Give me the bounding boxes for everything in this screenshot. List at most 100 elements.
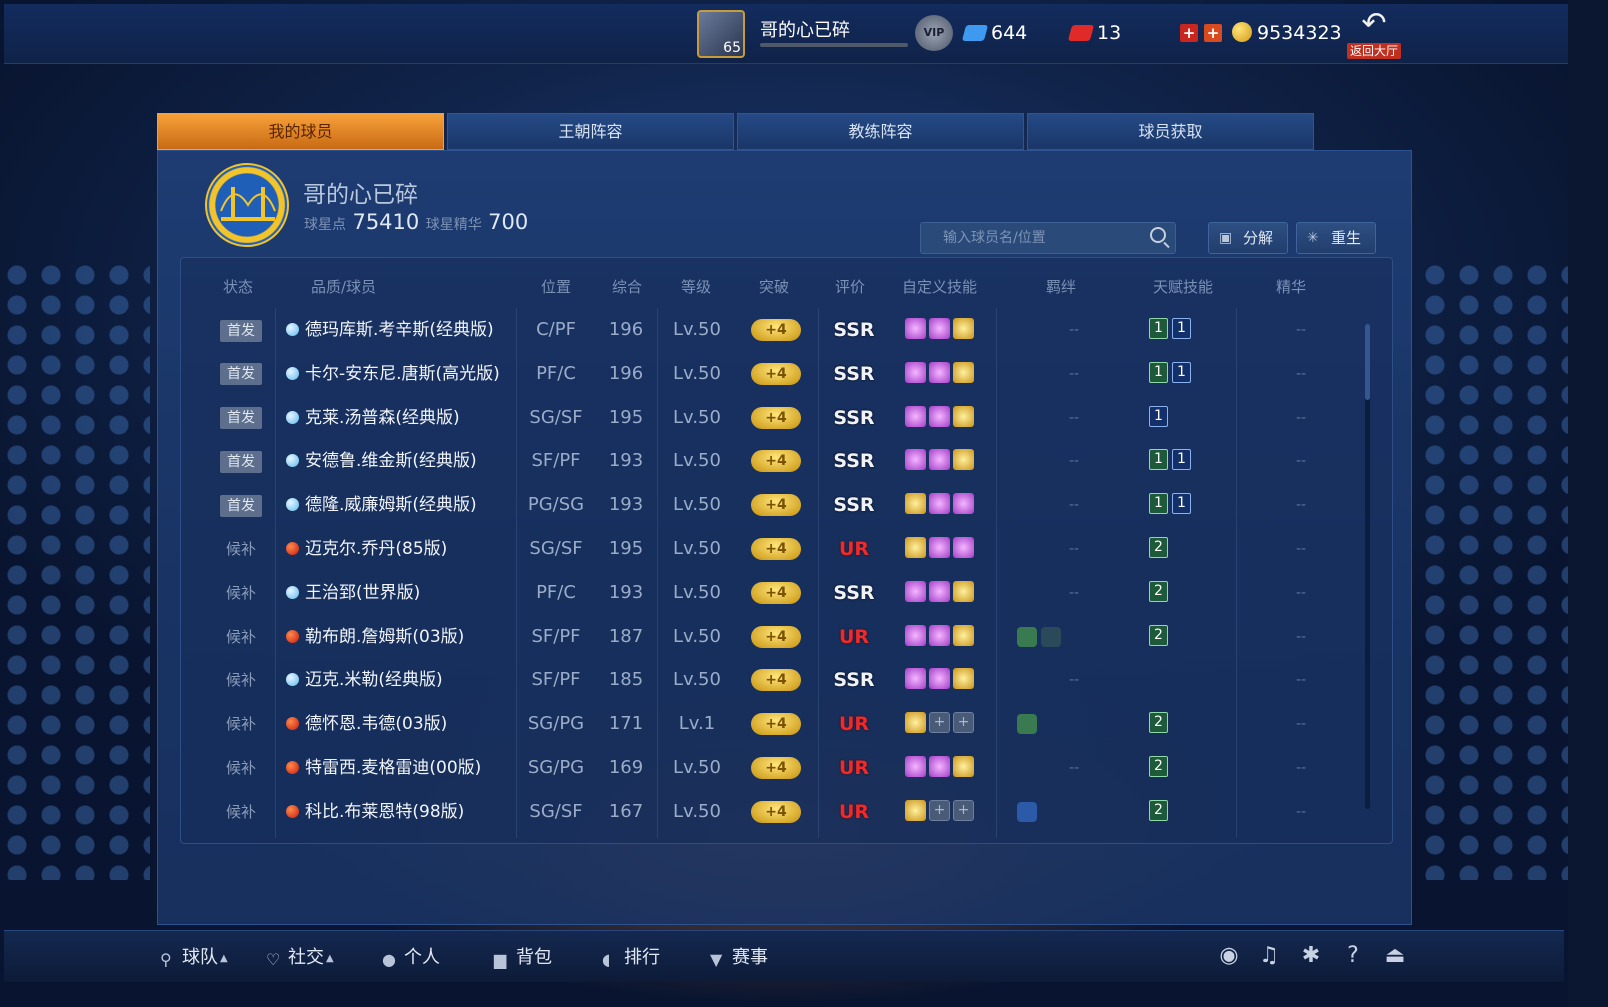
- vip-badge-icon[interactable]: VIP: [915, 15, 953, 51]
- talent-level-badge[interactable]: 1: [1149, 449, 1168, 471]
- nav-ranking[interactable]: ◖ 排行: [602, 943, 660, 969]
- talent-level-badge[interactable]: 2: [1149, 712, 1168, 734]
- empty-skill-slot-icon[interactable]: +: [953, 712, 974, 734]
- tab-dynasty-lineup[interactable]: 王朝阵容: [447, 113, 734, 150]
- back-to-lobby-button[interactable]: ↶ 返回大厅: [1345, 8, 1403, 60]
- skill-icon[interactable]: [905, 799, 926, 821]
- skill-icon[interactable]: [953, 756, 974, 777]
- skill-icon[interactable]: [929, 449, 950, 471]
- skill-icon[interactable]: [905, 712, 926, 734]
- talent-level-badge[interactable]: 1: [1172, 449, 1191, 471]
- bond-icon[interactable]: [1041, 626, 1061, 647]
- player-row[interactable]: 候补 迈克尔.乔丹(85版) SG/SF 195 Lv.50 +4 UR -- 2 --: [181, 527, 1392, 571]
- custom-skills-cell[interactable]: [905, 352, 985, 396]
- skill-icon[interactable]: [905, 668, 926, 690]
- empty-skill-slot-icon[interactable]: +: [929, 799, 950, 821]
- custom-skills-cell[interactable]: [905, 615, 985, 659]
- skill-icon[interactable]: [953, 668, 974, 690]
- skill-icon[interactable]: [929, 756, 950, 777]
- empty-skill-slot-icon[interactable]: +: [953, 799, 974, 821]
- skill-icon[interactable]: [929, 361, 950, 383]
- skill-icon[interactable]: [905, 624, 926, 646]
- talent-level-badge[interactable]: 1: [1149, 405, 1168, 427]
- skill-icon[interactable]: [929, 624, 950, 646]
- player-row[interactable]: 首发 克莱.汤普森(经典版) SG/SF 195 Lv.50 +4 SSR -- 1 --: [181, 396, 1392, 440]
- talent-level-badge[interactable]: 2: [1149, 580, 1168, 602]
- talent-level-badge[interactable]: 1: [1149, 361, 1168, 383]
- music-icon[interactable]: ♫: [1256, 943, 1282, 969]
- player-search-input[interactable]: 输入球员名/位置: [920, 222, 1176, 254]
- bond-icon[interactable]: [1017, 801, 1037, 822]
- custom-skills-cell[interactable]: [905, 483, 985, 527]
- player-row[interactable]: 候补 特雷西.麦格雷迪(00版) SG/PG 169 Lv.50 +4 UR -- 2 --: [181, 746, 1392, 790]
- skill-icon[interactable]: [929, 580, 950, 602]
- network-icon[interactable]: ◉: [1216, 943, 1242, 969]
- custom-skills-cell[interactable]: [905, 439, 985, 483]
- talent-level-badge[interactable]: 1: [1172, 493, 1191, 515]
- talent-level-badge[interactable]: 2: [1149, 756, 1168, 777]
- skill-icon[interactable]: [905, 756, 926, 777]
- tab-my-players[interactable]: 我的球员: [157, 113, 444, 150]
- bond-icon[interactable]: [1017, 626, 1037, 647]
- skill-icon[interactable]: [953, 405, 974, 427]
- add-coins-button[interactable]: +: [1204, 24, 1222, 42]
- player-row[interactable]: 候补 科比.布莱恩特(98版) SG/SF 167 Lv.50 +4 UR + +2 --: [181, 790, 1392, 834]
- talent-level-badge[interactable]: 1: [1149, 493, 1168, 515]
- player-row[interactable]: 候补 德怀恩.韦德(03版) SG/PG 171 Lv.1 +4 UR + +2 --: [181, 702, 1392, 746]
- skill-icon[interactable]: [905, 449, 926, 471]
- nav-team[interactable]: ⚲ 球队 ▲: [160, 943, 228, 969]
- custom-skills-cell[interactable]: [905, 308, 985, 352]
- tab-player-acquire[interactable]: 球员获取: [1027, 113, 1314, 150]
- add-currency-button[interactable]: +: [1180, 24, 1198, 42]
- custom-skills-cell[interactable]: [905, 527, 985, 571]
- player-row[interactable]: 候补 勒布朗.詹姆斯(03版) SF/PF 187 Lv.50 +4 UR 2 --: [181, 615, 1392, 659]
- custom-skills-cell[interactable]: [905, 746, 985, 790]
- talent-level-badge[interactable]: 1: [1172, 361, 1191, 383]
- talent-level-badge[interactable]: 1: [1149, 318, 1168, 339]
- skill-icon[interactable]: [929, 318, 950, 339]
- player-row[interactable]: 首发 安德鲁.维金斯(经典版) SF/PF 193 Lv.50 +4 SSR -- 1 1 --: [181, 439, 1392, 483]
- skill-icon[interactable]: [953, 580, 974, 602]
- skill-icon[interactable]: [905, 405, 926, 427]
- skill-icon[interactable]: [929, 668, 950, 690]
- custom-skills-cell[interactable]: [905, 658, 985, 702]
- custom-skills-cell[interactable]: [905, 396, 985, 440]
- custom-skills-cell[interactable]: + +: [905, 790, 985, 834]
- settings-gear-icon[interactable]: ✱: [1298, 943, 1324, 969]
- rebirth-button[interactable]: ✳ 重生: [1296, 222, 1376, 254]
- exit-icon[interactable]: ⏏: [1382, 943, 1408, 969]
- talent-level-badge[interactable]: 2: [1149, 537, 1168, 558]
- talent-level-badge[interactable]: 1: [1172, 318, 1191, 339]
- talent-level-badge[interactable]: 2: [1149, 624, 1168, 646]
- scrollbar-thumb[interactable]: [1365, 324, 1370, 400]
- nav-social[interactable]: ♡ 社交 ▲: [266, 943, 334, 969]
- help-icon[interactable]: ?: [1340, 943, 1366, 969]
- skill-icon[interactable]: [905, 580, 926, 602]
- skill-icon[interactable]: [953, 493, 974, 515]
- player-row[interactable]: 候补 迈克.米勒(经典版) SF/PF 185 Lv.50 +4 SSR -- --: [181, 658, 1392, 702]
- talent-level-badge[interactable]: 2: [1149, 799, 1168, 821]
- nav-bag[interactable]: ▆ 背包: [494, 943, 552, 969]
- decompose-button[interactable]: ▣ 分解: [1208, 222, 1288, 254]
- player-row[interactable]: 候补 王治郅(世界版) PF/C 193 Lv.50 +4 SSR -- 2 --: [181, 571, 1392, 615]
- custom-skills-cell[interactable]: [905, 571, 985, 615]
- empty-skill-slot-icon[interactable]: +: [929, 712, 950, 734]
- skill-icon[interactable]: [905, 493, 926, 515]
- custom-skills-cell[interactable]: + +: [905, 702, 985, 746]
- table-scrollbar[interactable]: [1365, 324, 1370, 809]
- tab-coach-lineup[interactable]: 教练阵容: [737, 113, 1024, 150]
- player-row[interactable]: 首发 卡尔-安东尼.唐斯(高光版) PF/C 196 Lv.50 +4 SSR -- 1 1 --: [181, 352, 1392, 396]
- skill-icon[interactable]: [953, 624, 974, 646]
- bond-icon[interactable]: [1017, 714, 1037, 735]
- skill-icon[interactable]: [929, 405, 950, 427]
- skill-icon[interactable]: [953, 449, 974, 471]
- skill-icon[interactable]: [953, 318, 974, 339]
- player-row[interactable]: 首发 德玛库斯.考辛斯(经典版) C/PF 196 Lv.50 +4 SSR -- 1 1 --: [181, 308, 1392, 352]
- nav-events[interactable]: ▼ 赛事: [710, 943, 768, 969]
- skill-icon[interactable]: [929, 537, 950, 558]
- skill-icon[interactable]: [953, 361, 974, 383]
- skill-icon[interactable]: [905, 361, 926, 383]
- skill-icon[interactable]: [905, 537, 926, 558]
- nav-personal[interactable]: ● 个人: [382, 943, 440, 969]
- player-row[interactable]: 首发 德隆.威廉姆斯(经典版) PG/SG 193 Lv.50 +4 SSR -- 1 1 --: [181, 483, 1392, 527]
